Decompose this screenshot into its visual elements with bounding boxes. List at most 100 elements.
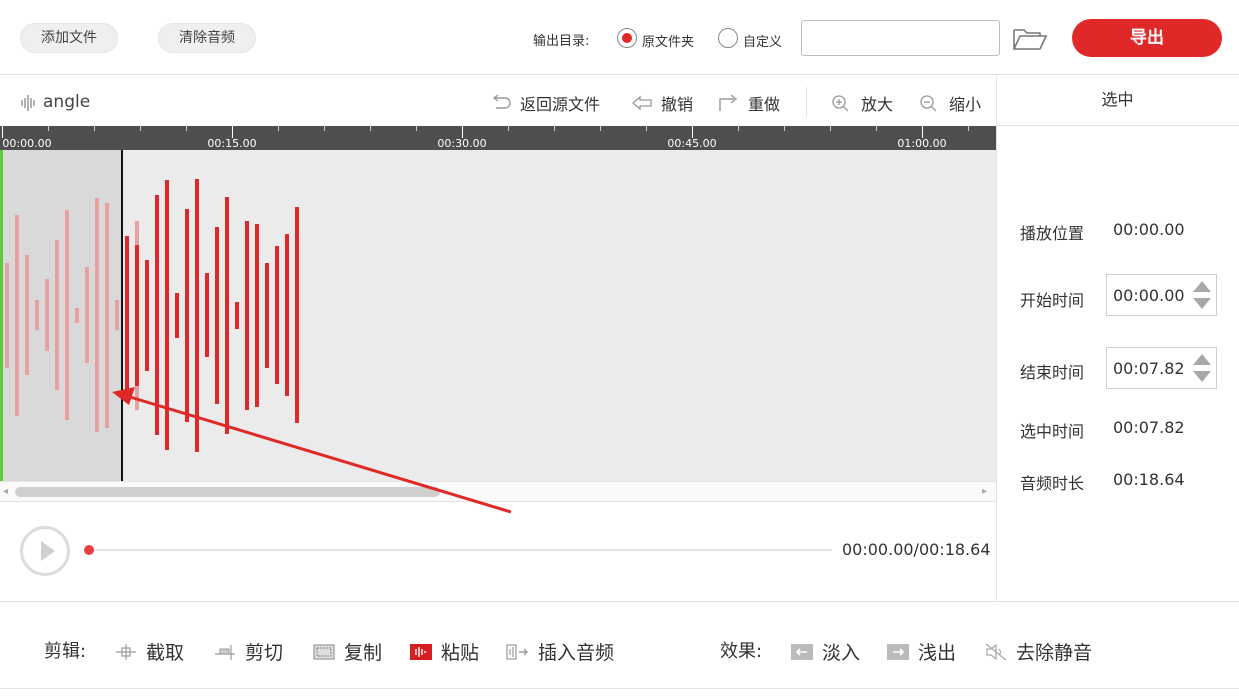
edit-label: 剪辑: [44,641,87,662]
timeline-tick-label: 00:00.00 [2,137,52,150]
waveform-bar [45,279,49,351]
playback-knob[interactable] [84,545,94,555]
clear-audio-button[interactable]: 清除音频 [158,23,256,53]
waveform-bar [95,198,99,432]
timeline-minor-tick [738,126,739,131]
paste-icon [410,643,432,660]
timeline-minor-tick [554,126,555,131]
waveform-bar [115,300,119,330]
timeline-minor-tick [462,126,463,131]
play-button[interactable] [20,526,70,576]
waveform-bar [215,226,219,404]
start-time-down-icon[interactable] [1193,298,1211,309]
selection-start-marker[interactable] [0,150,3,481]
play-position-label: 播放位置 [1020,224,1085,243]
waveform-bar [285,234,289,396]
waveform-bar [15,214,19,416]
copy-button[interactable]: 复制 [312,638,382,665]
start-time-stepper[interactable]: 00:00.00 [1106,274,1217,316]
play-position-value: 00:00.00 [1113,220,1185,239]
radio-custom-folder[interactable] [718,28,738,48]
fade-in-button[interactable]: 淡入 [790,638,860,665]
remove-silence-button[interactable]: 去除静音 [984,638,1092,665]
waveform-bar [75,307,79,323]
waveform-bar [145,259,149,371]
radio-original-label: 原文件夹 [642,35,695,50]
paste-button[interactable]: 粘贴 [409,638,479,665]
timeline-minor-tick [2,126,3,131]
waveform-bar [255,223,259,407]
waveform-bar [85,267,89,363]
selection-end-marker[interactable] [121,150,123,481]
waveform-bar [175,292,179,338]
timeline-minor-tick [922,126,923,131]
scroll-right-icon[interactable]: ▸ [982,486,987,497]
waveform-bar [135,244,139,386]
paste-label: 粘贴 [441,642,480,664]
cut-button[interactable]: 剪切 [213,638,283,665]
timeline-minor-tick [324,126,325,131]
scroll-left-icon[interactable]: ◂ [3,486,8,497]
selected-time-value: 00:07.82 [1113,418,1185,437]
zoom-out-label: 缩小 [949,95,982,114]
add-file-button[interactable]: 添加文件 [20,23,118,53]
timeline-minor-tick [830,126,831,131]
scrollbar-thumb[interactable] [15,487,440,497]
radio-original-folder[interactable] [617,28,637,48]
waveform-area[interactable] [0,150,996,481]
folder-open-icon[interactable] [1012,27,1048,51]
zoom-in-button[interactable]: 放大 [831,91,893,115]
revert-button[interactable]: 返回源文件 [490,91,600,115]
insert-audio-icon [506,643,528,660]
redo-icon [719,94,738,111]
zoom-out-button[interactable]: 缩小 [919,91,981,115]
remove-silence-label: 去除静音 [1016,642,1093,664]
undo-button[interactable]: 撤销 [631,91,693,115]
end-time-value: 00:07.82 [1113,359,1185,378]
selected-time-label: 选中时间 [1020,422,1085,441]
radio-custom-label: 自定义 [743,35,783,50]
fade-out-button[interactable]: 浅出 [886,638,956,665]
timeline-minor-tick [600,126,601,131]
output-dir-label: 输出目录: [533,34,590,49]
selection-panel [996,76,1239,601]
insert-audio-button[interactable]: 插入音频 [506,638,614,665]
end-time-up-icon[interactable] [1193,354,1211,365]
playback-track[interactable] [89,549,832,551]
copy-label: 复制 [344,642,383,664]
trim-icon [116,643,136,660]
waveform-bar [165,180,169,450]
revert-icon [492,94,511,109]
timeline-minor-tick [232,126,233,131]
timeline-minor-tick [94,126,95,131]
output-path-input[interactable] [801,20,1000,56]
timeline-minor-tick [186,126,187,131]
timeline-ruler[interactable]: 00:00.00 00:15.00 00:30.00 00:45.00 01:00.00 [0,126,996,150]
waveform-bar [225,196,229,434]
trim-button[interactable]: 截取 [114,638,184,665]
audio-wave-icon [21,95,35,111]
redo-button[interactable]: 重做 [718,91,780,115]
start-time-label: 开始时间 [1020,291,1085,310]
cut-label: 剪切 [245,642,284,664]
timeline-minor-tick [692,126,693,131]
duration-label: 音频时长 [1020,474,1085,493]
waveform-bar [185,208,189,422]
export-button[interactable]: 导出 [1072,19,1222,57]
timeline-tick-label: 01:00.00 [897,137,947,150]
waveform-bar [105,202,109,428]
fade-in-icon [791,643,813,660]
start-time-value: 00:00.00 [1113,286,1185,305]
waveform-bar [205,273,209,357]
mute-icon [985,642,1007,661]
waveform-scrollbar[interactable]: ◂ ▸ [0,481,996,501]
start-time-up-icon[interactable] [1193,281,1211,292]
waveform-bar [265,262,269,368]
end-time-down-icon[interactable] [1193,371,1211,382]
undo-label: 撤销 [661,95,694,114]
waveform-bar [295,207,299,423]
redo-label: 重做 [748,95,781,114]
waveform-bar [35,300,39,330]
file-name: angle [43,92,91,112]
end-time-stepper[interactable]: 00:07.82 [1106,347,1217,389]
